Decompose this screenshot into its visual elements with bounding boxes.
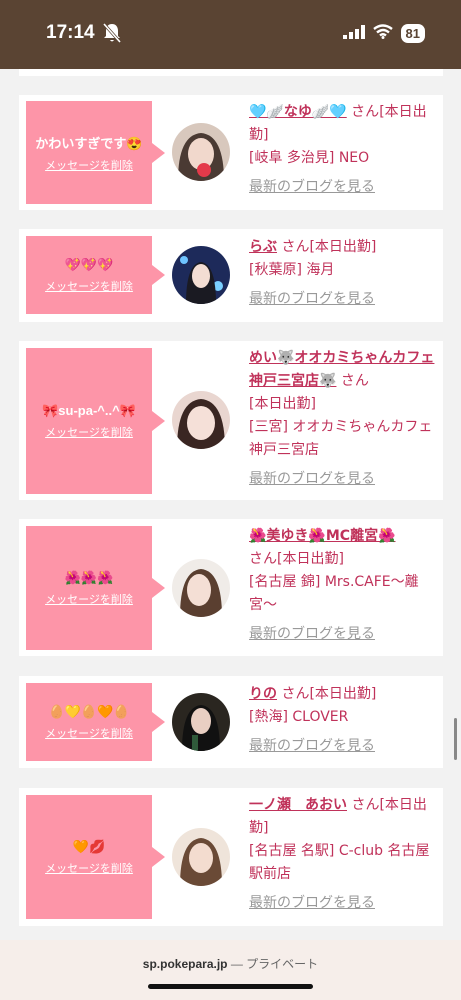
shop-location: [名古屋 錦] Mrs.CAFE〜離宮〜 (249, 574, 419, 613)
message-text: 🧡💋 (72, 838, 106, 854)
honorific: さん (277, 239, 310, 255)
message-text: 🎀su-pa-^..^🎀 (42, 402, 136, 418)
message-card: 💖💖💖 メッセージを削除 らぶ さん[本日出勤] [秋葉原] 海月 最新のブログ… (19, 229, 443, 322)
cast-info: 🩵🪽なゆ🪽🩵 さん[本日出勤] [岐阜 多治見] NEO 最新のブログを見る (249, 101, 435, 199)
cast-name-link[interactable]: りの (249, 686, 277, 702)
message-text: 🥚💛🥚🧡🥚 (48, 703, 130, 719)
message-card: 🧡💋 メッセージを削除 一ノ瀬 あおい さん[本日出勤] [名古屋 名駅] C-… (19, 788, 443, 926)
message-card: 🥚💛🥚🧡🥚 メッセージを削除 りの さん[本日出勤] [熱海] CLOVER 最… (19, 676, 443, 768)
honorific: さん (249, 551, 277, 567)
domain-text: sp.pokepara.jp (142, 957, 228, 971)
shop-location: [秋葉原] 海月 (249, 262, 335, 278)
latest-blog-link[interactable]: 最新のブログを見る (249, 623, 435, 646)
delete-message-link[interactable]: メッセージを削除 (45, 591, 133, 607)
bell-muted-icon (102, 22, 122, 44)
latest-blog-link[interactable]: 最新のブログを見る (249, 176, 435, 199)
cast-name-link[interactable]: 🌺美ゆき🌺MC離宮🌺 (249, 528, 396, 544)
avatar[interactable] (172, 828, 230, 886)
message-card: かわいすぎです😍 メッセージを削除 🩵🪽なゆ🪽🩵 さん[本日出勤] [岐阜 多治… (19, 95, 443, 210)
honorific: さん (347, 797, 380, 813)
delete-message-link[interactable]: メッセージを削除 (45, 725, 133, 741)
delete-message-link[interactable]: メッセージを削除 (45, 860, 133, 876)
shop-location: [熱海] CLOVER (249, 709, 349, 725)
work-status: [本日出勤] (309, 686, 377, 702)
scrollbar-thumb[interactable] (454, 718, 457, 760)
shop-location: [三宮] オオカミちゃんカフェ神戸三宮店 (249, 419, 433, 458)
browsing-mode-text: — プライベート (230, 957, 319, 971)
delete-message-link[interactable]: メッセージを削除 (45, 424, 133, 440)
work-status: [本日出勤] (249, 396, 316, 412)
status-icons: 81 (342, 24, 425, 43)
url-display[interactable]: sp.pokepara.jp — プライベート (0, 955, 461, 972)
message-text: 🌺🌺🌺 (64, 569, 114, 585)
cast-name-link[interactable]: 一ノ瀬 あおい (249, 797, 347, 813)
honorific: さん (346, 104, 380, 120)
browser-address-bar[interactable]: sp.pokepara.jp — プライベート (0, 940, 461, 1000)
shop-location: [岐阜 多治見] NEO (249, 150, 370, 166)
latest-blog-link[interactable]: 最新のブログを見る (249, 288, 435, 311)
message-bubble: 🥚💛🥚🧡🥚 メッセージを削除 (26, 683, 165, 761)
status-bar: 17:14 81 (0, 0, 461, 69)
message-bubble: 💖💖💖 メッセージを削除 (26, 236, 165, 314)
avatar[interactable] (172, 559, 230, 617)
wifi-icon (372, 24, 393, 43)
cast-info: 🌺美ゆき🌺MC離宮🌺 さん[本日出勤] [名古屋 錦] Mrs.CAFE〜離宮〜… (249, 525, 435, 646)
avatar[interactable] (172, 246, 230, 304)
message-bubble: 🎀su-pa-^..^🎀 メッセージを削除 (26, 348, 165, 494)
honorific: さん (277, 686, 310, 702)
battery-indicator: 81 (400, 24, 425, 43)
home-indicator[interactable] (148, 984, 313, 989)
message-text: 💖💖💖 (64, 256, 114, 272)
message-text: かわいすぎです😍 (35, 135, 143, 151)
latest-blog-link[interactable]: 最新のブログを見る (249, 735, 435, 758)
cast-name-link[interactable]: らぶ (249, 239, 277, 255)
delete-message-link[interactable]: メッセージを削除 (45, 278, 133, 294)
message-bubble: 🧡💋 メッセージを削除 (26, 795, 165, 919)
honorific: さん (336, 373, 369, 389)
avatar[interactable] (172, 123, 230, 181)
latest-blog-link[interactable]: 最新のブログを見る (249, 892, 435, 915)
avatar[interactable] (172, 693, 230, 751)
work-status: [本日出勤] (277, 551, 344, 567)
message-card: 🌺🌺🌺 メッセージを削除 🌺美ゆき🌺MC離宮🌺 さん[本日出勤] [名古屋 錦]… (19, 519, 443, 656)
cast-info: りの さん[本日出勤] [熱海] CLOVER 最新のブログを見る (249, 683, 435, 758)
cast-info: 一ノ瀬 あおい さん[本日出勤] [名古屋 名駅] C-club 名古屋駅前店 … (249, 794, 435, 915)
signal-icon (342, 24, 365, 43)
cast-info: らぶ さん[本日出勤] [秋葉原] 海月 最新のブログを見る (249, 236, 435, 311)
previous-card-edge (19, 69, 443, 76)
message-bubble: かわいすぎです😍 メッセージを削除 (26, 101, 165, 204)
delete-message-link[interactable]: メッセージを削除 (45, 157, 133, 173)
shop-location: [名古屋 名駅] C-club 名古屋駅前店 (249, 843, 430, 882)
status-time: 17:14 (46, 22, 95, 43)
message-bubble: 🌺🌺🌺 メッセージを削除 (26, 526, 165, 650)
cast-info: めい🐺オオカミちゃんカフェ神戸三宮店🐺 さん [本日出勤] [三宮] オオカミち… (249, 347, 435, 491)
avatar[interactable] (172, 391, 230, 449)
cast-name-link[interactable]: 🩵🪽なゆ🪽🩵 (249, 104, 347, 120)
message-card: 🎀su-pa-^..^🎀 メッセージを削除 めい🐺オオカミちゃんカフェ神戸三宮店… (19, 341, 443, 500)
latest-blog-link[interactable]: 最新のブログを見る (249, 468, 435, 491)
work-status: [本日出勤] (309, 239, 377, 255)
